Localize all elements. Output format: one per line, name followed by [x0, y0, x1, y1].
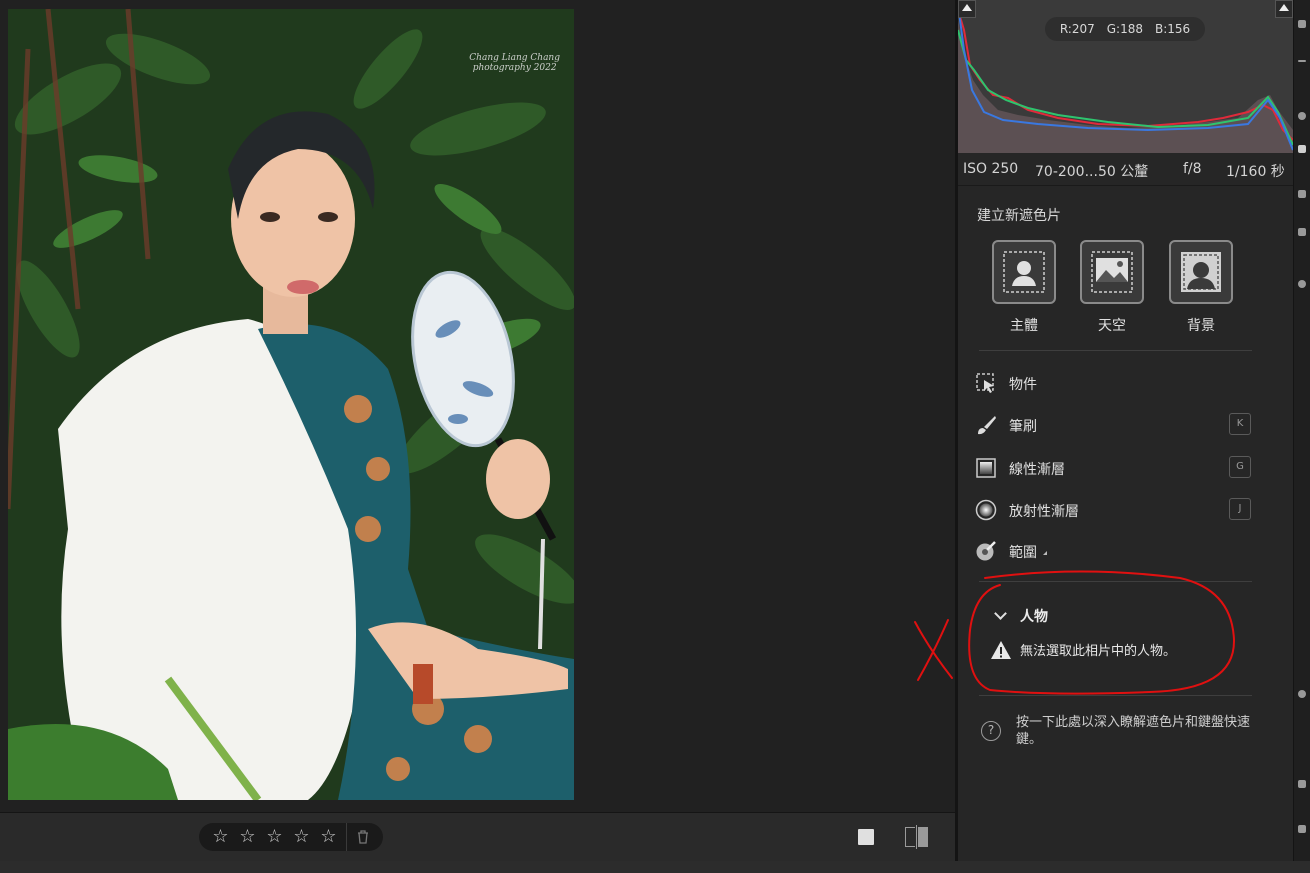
help-link-text[interactable]: 按一下此處以深入瞭解遮色片和鍵盤快速鍵。	[1016, 714, 1256, 748]
radial-gradient-icon	[975, 499, 997, 521]
tool-range[interactable]: 範圍	[975, 538, 1275, 564]
subject-icon	[1003, 251, 1045, 293]
presets-icon[interactable]	[1298, 228, 1306, 236]
chevron-down-icon[interactable]	[994, 607, 1007, 620]
masking-panel: R:207 G:188 B:156 ISO 250 70-200...50 公釐…	[958, 0, 1293, 861]
tool-object-label: 物件	[1009, 377, 1037, 393]
grid-icon[interactable]	[1298, 825, 1306, 833]
tool-radial-gradient[interactable]: 放射性漸層 J	[975, 497, 1275, 523]
mask-sky-button[interactable]	[1080, 240, 1144, 304]
brush-icon	[978, 416, 996, 435]
divider	[979, 350, 1252, 351]
status-bar	[0, 861, 1310, 873]
photo-preview[interactable]: Chang Liang Chang photography 2022	[8, 9, 574, 800]
settings-icon[interactable]	[1298, 690, 1306, 698]
mask-background-label: 背景	[1187, 318, 1215, 334]
object-select-icon	[976, 373, 994, 393]
right-tool-strip	[1293, 0, 1310, 861]
photo-watermark: Chang Liang Chang photography 2022	[469, 53, 560, 73]
divider	[979, 581, 1252, 582]
tool-object[interactable]: 物件	[975, 370, 1275, 396]
histogram: R:207 G:188 B:156	[958, 0, 1293, 153]
create-mask-title: 建立新遮色片	[977, 208, 1061, 224]
warning-icon	[991, 641, 1011, 659]
tool-linear-gradient-label: 線性漸層	[1009, 462, 1065, 478]
help-icon[interactable]: ?	[981, 721, 1001, 741]
tool-range-label: 範圍	[1009, 545, 1037, 561]
star-3[interactable]: ☆	[261, 823, 288, 851]
tool-linear-gradient-shortcut: G	[1229, 456, 1251, 478]
rgb-b-value: B:156	[1154, 22, 1191, 36]
shadow-clipping-toggle[interactable]	[958, 0, 976, 18]
watermark-line-1: Chang Liang Chang	[469, 53, 560, 63]
people-warning-text: 無法選取此相片中的人物。	[1020, 644, 1177, 659]
rgb-r-value: R:207	[1059, 22, 1095, 36]
people-section-heading[interactable]: 人物	[1020, 606, 1048, 626]
exif-lens: 70-200...50 公釐	[1035, 164, 1149, 180]
masking-icon[interactable]	[1298, 145, 1306, 153]
single-view-icon[interactable]	[858, 829, 874, 845]
star-5[interactable]: ☆	[315, 823, 342, 851]
exif-iso: ISO 250	[963, 161, 1019, 177]
tool-radial-gradient-label: 放射性漸層	[1009, 504, 1079, 520]
tool-linear-gradient[interactable]: 線性漸層 G	[975, 455, 1275, 481]
linear-gradient-icon	[976, 458, 996, 478]
range-icon	[976, 541, 996, 561]
watermark-line-2: photography 2022	[472, 63, 557, 73]
mask-subject-button[interactable]	[992, 240, 1056, 304]
photo-canvas[interactable]: Chang Liang Chang photography 2022	[0, 0, 955, 812]
redeye-icon[interactable]	[1298, 190, 1306, 198]
mask-sky-label: 天空	[1098, 318, 1126, 334]
exif-shutter: 1/160 秒	[1226, 164, 1285, 180]
sky-icon	[1091, 251, 1133, 293]
background-icon	[1181, 252, 1221, 292]
rgb-readout: R:207 G:188 B:156	[1045, 17, 1205, 41]
heal-icon[interactable]	[1298, 112, 1306, 120]
tool-brush[interactable]: 筆刷 K	[975, 412, 1275, 438]
trash-icon[interactable]	[346, 823, 379, 851]
before-after-view-icon[interactable]	[905, 825, 929, 849]
highlight-clipping-toggle[interactable]	[1275, 0, 1293, 18]
rgb-g-value: G:188	[1106, 22, 1143, 36]
star-4[interactable]: ☆	[288, 823, 315, 851]
zoom-icon[interactable]	[1298, 780, 1306, 788]
exif-aperture: f/8	[1183, 161, 1202, 177]
tool-brush-shortcut: K	[1229, 413, 1251, 435]
divider	[979, 695, 1252, 696]
crop-icon[interactable]	[1298, 60, 1306, 62]
edit-icon[interactable]	[1298, 20, 1306, 28]
star-2[interactable]: ☆	[234, 823, 261, 851]
star-1[interactable]: ☆	[207, 823, 234, 851]
photo-illustration	[8, 9, 574, 800]
mask-subject-label: 主體	[1010, 318, 1038, 334]
color-icon[interactable]	[1298, 280, 1306, 288]
bottom-toolbar: ☆ ☆ ☆ ☆ ☆	[0, 812, 955, 861]
tool-radial-gradient-shortcut: J	[1229, 498, 1251, 520]
exif-info: ISO 250 70-200...50 公釐 f/8 1/160 秒	[958, 153, 1293, 186]
star-rating: ☆ ☆ ☆ ☆ ☆	[199, 823, 383, 851]
mask-background-button[interactable]	[1169, 240, 1233, 304]
tool-brush-label: 筆刷	[1009, 419, 1037, 435]
range-dropdown-icon[interactable]	[1043, 551, 1047, 555]
